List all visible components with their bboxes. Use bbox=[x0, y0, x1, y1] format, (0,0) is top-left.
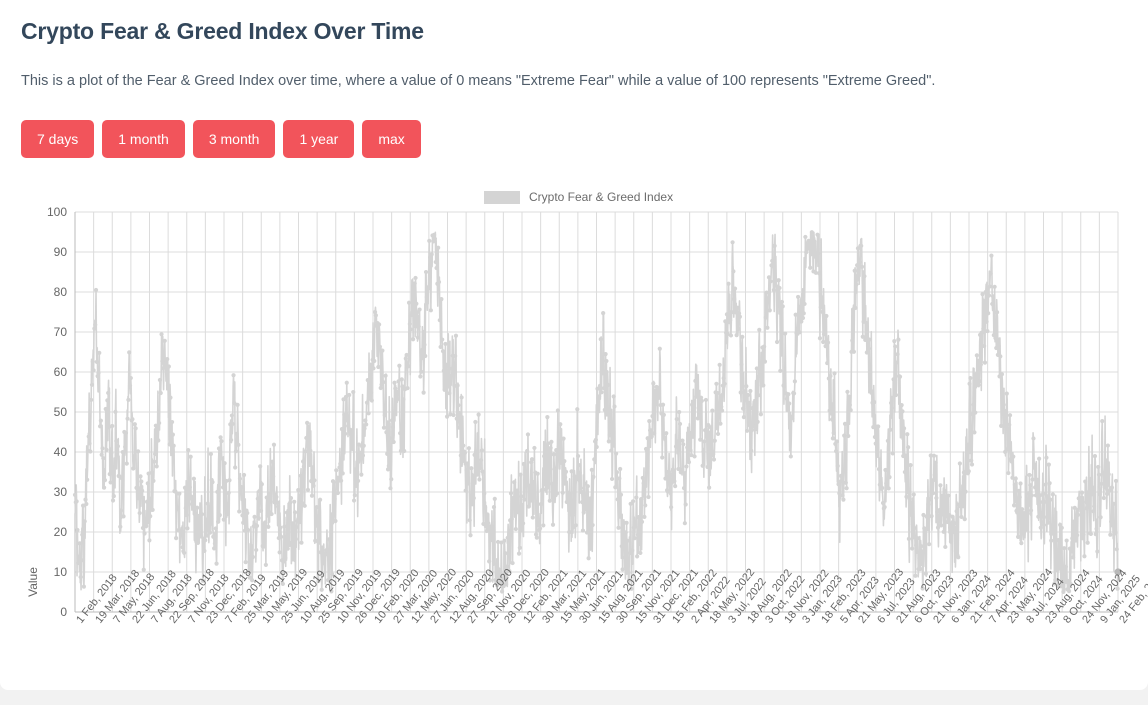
y-tick-label: 90 bbox=[53, 245, 67, 259]
y-tick-label: 20 bbox=[53, 525, 67, 539]
y-tick-label: 30 bbox=[53, 485, 67, 499]
range-1-year[interactable]: 1 year bbox=[283, 120, 355, 158]
y-tick-label: 70 bbox=[53, 325, 67, 339]
range-max[interactable]: max bbox=[362, 120, 421, 158]
range-7-days[interactable]: 7 days bbox=[21, 120, 95, 158]
y-tick-label: 50 bbox=[53, 405, 67, 419]
range-button-group: 7 days 1 month 3 month 1 year max bbox=[21, 120, 421, 158]
y-tick-label: 40 bbox=[53, 445, 67, 459]
page-title: Crypto Fear & Greed Index Over Time bbox=[21, 18, 424, 44]
y-tick-label: 10 bbox=[53, 565, 67, 579]
y-tick-label: 100 bbox=[46, 205, 67, 219]
range-3-month[interactable]: 3 month bbox=[192, 120, 276, 158]
page-subtitle: This is a plot of the Fear & Greed Index… bbox=[21, 73, 936, 89]
range-1-month[interactable]: 1 month bbox=[102, 120, 185, 158]
chart-container: Crypto Fear & Greed Index Value 0 10 20 30 4… bbox=[0, 180, 1148, 680]
y-tick-label: 80 bbox=[53, 285, 67, 299]
y-tick-label: 0 bbox=[60, 605, 67, 619]
y-tick-label: 60 bbox=[53, 365, 67, 379]
chart-card: Crypto Fear & Greed Index Over Time This… bbox=[0, 0, 1148, 690]
